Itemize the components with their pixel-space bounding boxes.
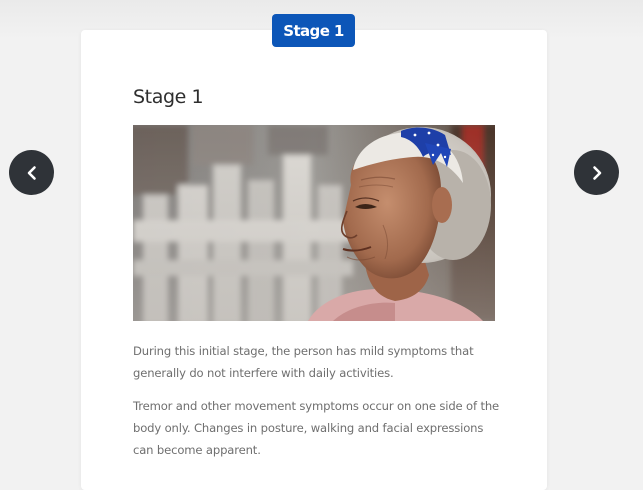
elderly-woman-photo (133, 125, 495, 321)
chevron-left-icon (27, 165, 36, 180)
previous-button[interactable] (9, 150, 54, 195)
stage-card: Stage 1 During this initial stage, the p… (81, 30, 547, 490)
next-button[interactable] (574, 150, 619, 195)
stage-symptoms-paragraph: Tremor and other movement symptoms occur… (133, 399, 500, 457)
photo-illustration (133, 125, 495, 321)
stage-tab[interactable]: Stage 1 (272, 14, 355, 47)
chevron-right-icon (592, 165, 601, 180)
stage-description-paragraph: During this initial stage, the person ha… (133, 344, 474, 380)
card-title: Stage 1 (133, 86, 204, 108)
